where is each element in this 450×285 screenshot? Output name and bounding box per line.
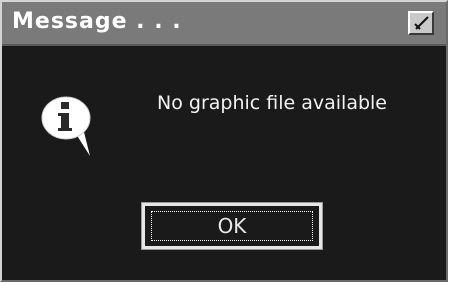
ok-button-label: OK xyxy=(217,214,247,238)
ok-button[interactable]: OK xyxy=(141,202,323,250)
close-icon xyxy=(414,16,429,30)
title-bar[interactable]: Message . . . xyxy=(2,2,446,46)
close-button[interactable] xyxy=(408,11,434,35)
message-dialog: Message . . . No graphic file available … xyxy=(0,0,448,282)
info-icon xyxy=(36,82,106,167)
message-text: No graphic file available xyxy=(157,92,387,114)
dialog-title: Message . . . xyxy=(12,9,182,34)
